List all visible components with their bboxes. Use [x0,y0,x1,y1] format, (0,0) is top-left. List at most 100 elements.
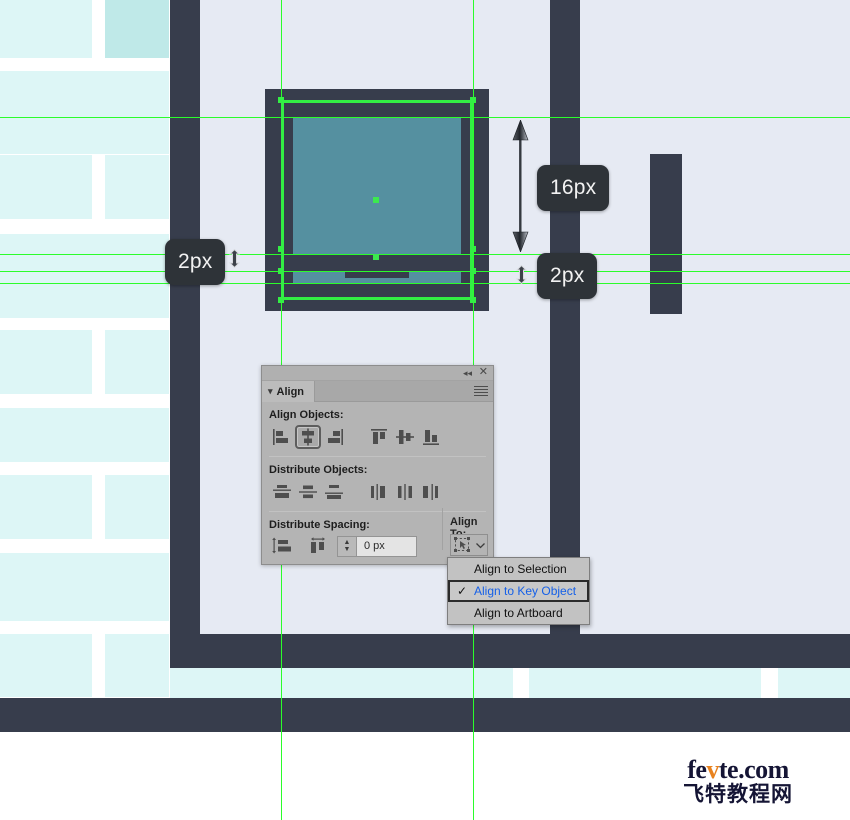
art-mint-row [0,553,169,621]
art-mint-row [105,475,169,539]
horizontal-align-left-button[interactable] [269,425,295,449]
horizontal-distribute-left-icon [371,484,385,500]
horizontal-distribute-center-button[interactable] [392,480,418,504]
art-mint-row [0,475,92,539]
vertical-align-center-button[interactable] [392,425,418,449]
watermark-domain-accent: v [706,755,719,784]
panel-vertical-divider [442,508,443,550]
distribute-objects-buttons [262,476,493,504]
vertical-distribute-top-icon [273,485,291,498]
vertical-distribute-bottom-button[interactable] [321,480,347,504]
horizontal-align-center-button[interactable] [295,425,321,449]
art-mint-row [0,234,169,270]
align-to-dropdown-button[interactable] [450,534,488,556]
measure-badge-2px-right: 2px [537,253,598,299]
vertical-distribute-center-icon [299,485,317,499]
menu-item-align-to-selection[interactable]: Align to Selection [448,558,589,580]
horizontal-distribute-spacing-icon [311,537,325,553]
horizontal-align-right-button[interactable] [321,425,347,449]
spacing-stepper[interactable]: ▲ ▼ [337,535,357,557]
horizontal-distribute-spacing-button[interactable] [305,534,331,558]
art-mint-row [0,408,169,462]
resize-cursor-icon [228,249,241,268]
art-mint-row [0,71,169,121]
vertical-distribute-top-button[interactable] [269,480,295,504]
updown-arrows-icon: ▾ [268,386,273,396]
vertical-distribute-spacing-icon [272,537,291,554]
panel-tab-row[interactable]: ▾ Align [262,381,493,402]
horizontal-distribute-right-button[interactable] [418,480,444,504]
object-center-anchor [373,197,379,203]
align-panel[interactable]: ◂◂ ✕ ▾ Align Align Objects: Distribute O… [261,365,494,565]
selection-handle[interactable] [470,246,476,252]
art-mint-row [0,270,169,318]
align-objects-buttons [262,421,493,449]
horizontal-distribute-left-button[interactable] [366,480,392,504]
watermark-domain-pre: fe [687,755,707,784]
art-mint-row [105,0,169,58]
menu-item-label: Align to Selection [474,562,567,576]
vertical-align-top-icon [371,429,387,444]
art-dark-accent-bar [550,0,580,640]
art-mint-row [0,155,92,219]
illustrator-canvas: 16px 2px 2px ◂◂ ✕ ▾ Align Align Objects: [0,0,850,820]
measure-arrow-vertical [512,120,529,252]
selection-handle[interactable] [278,268,284,274]
tab-align-label: Align [276,385,305,398]
spacing-value-input[interactable]: 0 px [357,535,417,557]
menu-item-align-to-key-object[interactable]: ✓ Align to Key Object [448,580,589,602]
measure-badge-16px: 16px [537,165,610,211]
horizontal-align-right-icon [328,429,343,445]
align-to-dropdown-menu[interactable]: Align to Selection ✓ Align to Key Object… [447,557,590,625]
vertical-distribute-center-button[interactable] [295,480,321,504]
art-dark-horizontal-bottom [0,698,850,732]
check-icon: ✓ [457,584,468,598]
menu-item-align-to-artboard[interactable]: Align to Artboard [448,602,589,624]
tab-align[interactable]: ▾ Align [262,381,316,402]
horizontal-align-left-icon [273,429,288,445]
art-mint-row [0,634,92,697]
selection-handle[interactable] [278,246,284,252]
art-mint-strip-notch [761,668,778,698]
close-icon[interactable]: ✕ [479,367,488,378]
art-mint-row [0,330,92,394]
art-mint-row [0,121,169,154]
selection-handle[interactable] [470,268,476,274]
horizontal-distribute-center-icon [398,484,412,500]
selection-handle[interactable] [278,97,284,103]
resize-cursor-icon [515,265,528,284]
measure-badge-2px-left: 2px [165,239,226,285]
panel-menu-icon[interactable] [474,386,488,398]
panel-titlebar[interactable]: ◂◂ ✕ [262,366,493,381]
object-center-anchor [373,254,379,260]
watermark-domain: fevte.com [683,757,793,783]
horizontal-align-center-icon [302,428,314,446]
menu-item-label: Align to Key Object [474,584,577,598]
distribute-objects-label: Distribute Objects: [269,464,368,476]
double-chevron-left-icon[interactable]: ◂◂ [463,369,472,378]
selection-handle[interactable] [470,97,476,103]
watermark-chinese: 飞特教程网 [683,782,793,806]
chevron-down-icon [476,542,485,548]
art-mint-row [105,155,169,219]
vertical-distribute-spacing-button[interactable] [269,534,295,558]
art-mint-row [0,0,92,58]
align-to-key-object-icon [454,537,470,552]
menu-item-label: Align to Artboard [474,606,563,620]
stepper-up-icon[interactable]: ▲ [344,539,351,546]
spacing-value-text: 0 px [364,540,385,552]
art-mint-strip-right [170,668,850,698]
art-dark-vertical-left [170,0,200,640]
art-dark-horizontal-mid [170,634,850,668]
vertical-align-bottom-button[interactable] [418,425,444,449]
art-dark-tall-bar-right [650,154,682,314]
horizontal-distribute-right-icon [423,484,438,500]
vertical-align-top-button[interactable] [366,425,392,449]
selection-handle[interactable] [278,297,284,303]
selection-handle[interactable] [470,297,476,303]
align-objects-label: Align Objects: [269,409,344,421]
stepper-down-icon[interactable]: ▼ [344,546,351,553]
vertical-align-bottom-icon [423,430,439,445]
vertical-align-center-icon [396,430,414,444]
watermark-domain-post: te.com [718,755,789,784]
